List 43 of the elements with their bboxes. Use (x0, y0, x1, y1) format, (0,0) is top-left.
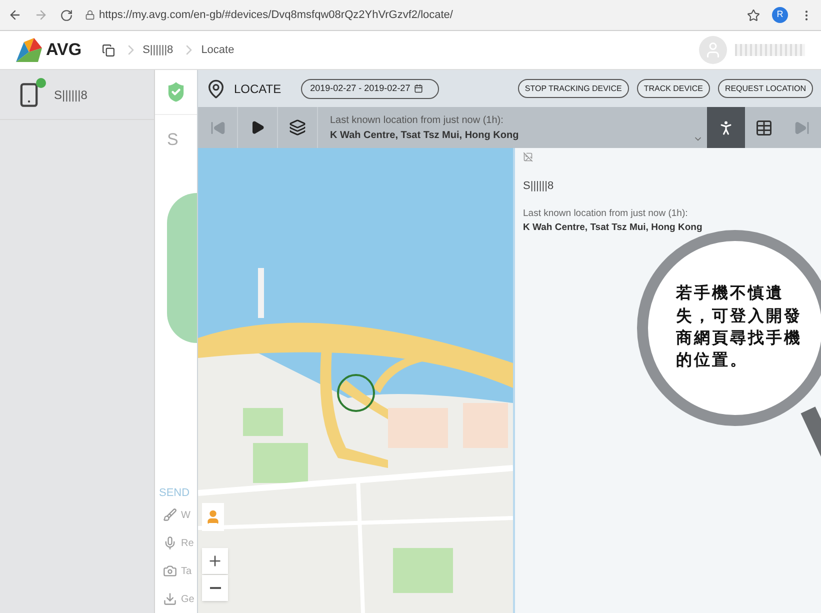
reload-icon[interactable] (60, 8, 73, 22)
star-icon[interactable] (747, 8, 760, 22)
address-bar[interactable]: https://my.avg.com/en-gb/#devices/Dvq8msfqw08rQz2YhVrGzvf2/locate/ (85, 6, 735, 24)
map-pin-icon (206, 78, 226, 98)
device-title: S (167, 129, 180, 151)
lock-icon (85, 10, 95, 20)
brush-icon[interactable] (163, 508, 177, 522)
location-label: Last known location from just now (1h): (523, 206, 689, 220)
play-icon[interactable] (250, 120, 265, 135)
camera-icon[interactable] (163, 564, 177, 578)
date-range-field[interactable]: 2019-02-27 - 2019-02-27 (301, 78, 440, 98)
location-text: K Wah Centre, Tsat Tsz Mui, Hong Kong (523, 220, 704, 235)
breadcrumb-link[interactable]: S||||||8 (142, 42, 174, 58)
pegman-icon (205, 509, 221, 525)
zoom-out-button[interactable] (202, 575, 228, 601)
url-text: https://my.avg.com/en-gb/#devices/Dvq8msfqw08rQz2YhVrGzvf2/locate/ (99, 8, 453, 23)
back-icon[interactable] (8, 8, 22, 22)
calendar-icon (414, 84, 424, 93)
locate-title: LOCATE (234, 80, 282, 98)
plus-icon (207, 553, 223, 569)
download-icon[interactable] (163, 592, 177, 606)
action-button[interactable]: REQUEST LOCATION (718, 79, 813, 98)
redacted-username (735, 44, 805, 56)
device-name: S||||||8 (523, 179, 555, 194)
person-view-button[interactable] (707, 107, 745, 148)
callout-text: 若手機不慎遺 失，可登入開發 商網頁尋找手機 的位置。 (676, 283, 802, 372)
location-text: K Wah Centre, Tsat Tsz Mui, Hong Kong (330, 128, 520, 142)
devices-icon[interactable] (102, 44, 115, 56)
zoom-in-button[interactable] (202, 548, 228, 574)
action-button[interactable]: STOP TRACKING DEVICE (518, 79, 629, 98)
device-item[interactable]: S||||||8 (0, 70, 154, 120)
logo-text: AVG (46, 39, 82, 62)
layers-icon[interactable] (289, 119, 306, 136)
send-heading: SEND (159, 486, 191, 500)
profile-avatar[interactable]: R (772, 7, 788, 23)
logo-icon (16, 38, 42, 62)
breadcrumb-link[interactable]: Locate (201, 42, 234, 58)
action-button[interactable]: TRACK DEVICE (636, 79, 710, 98)
location-label: Last known location from just now (1h): (330, 114, 504, 128)
table-icon (755, 118, 773, 136)
broken-image-icon (523, 152, 533, 162)
microphone-icon[interactable] (163, 536, 177, 550)
minus-icon (210, 587, 220, 589)
